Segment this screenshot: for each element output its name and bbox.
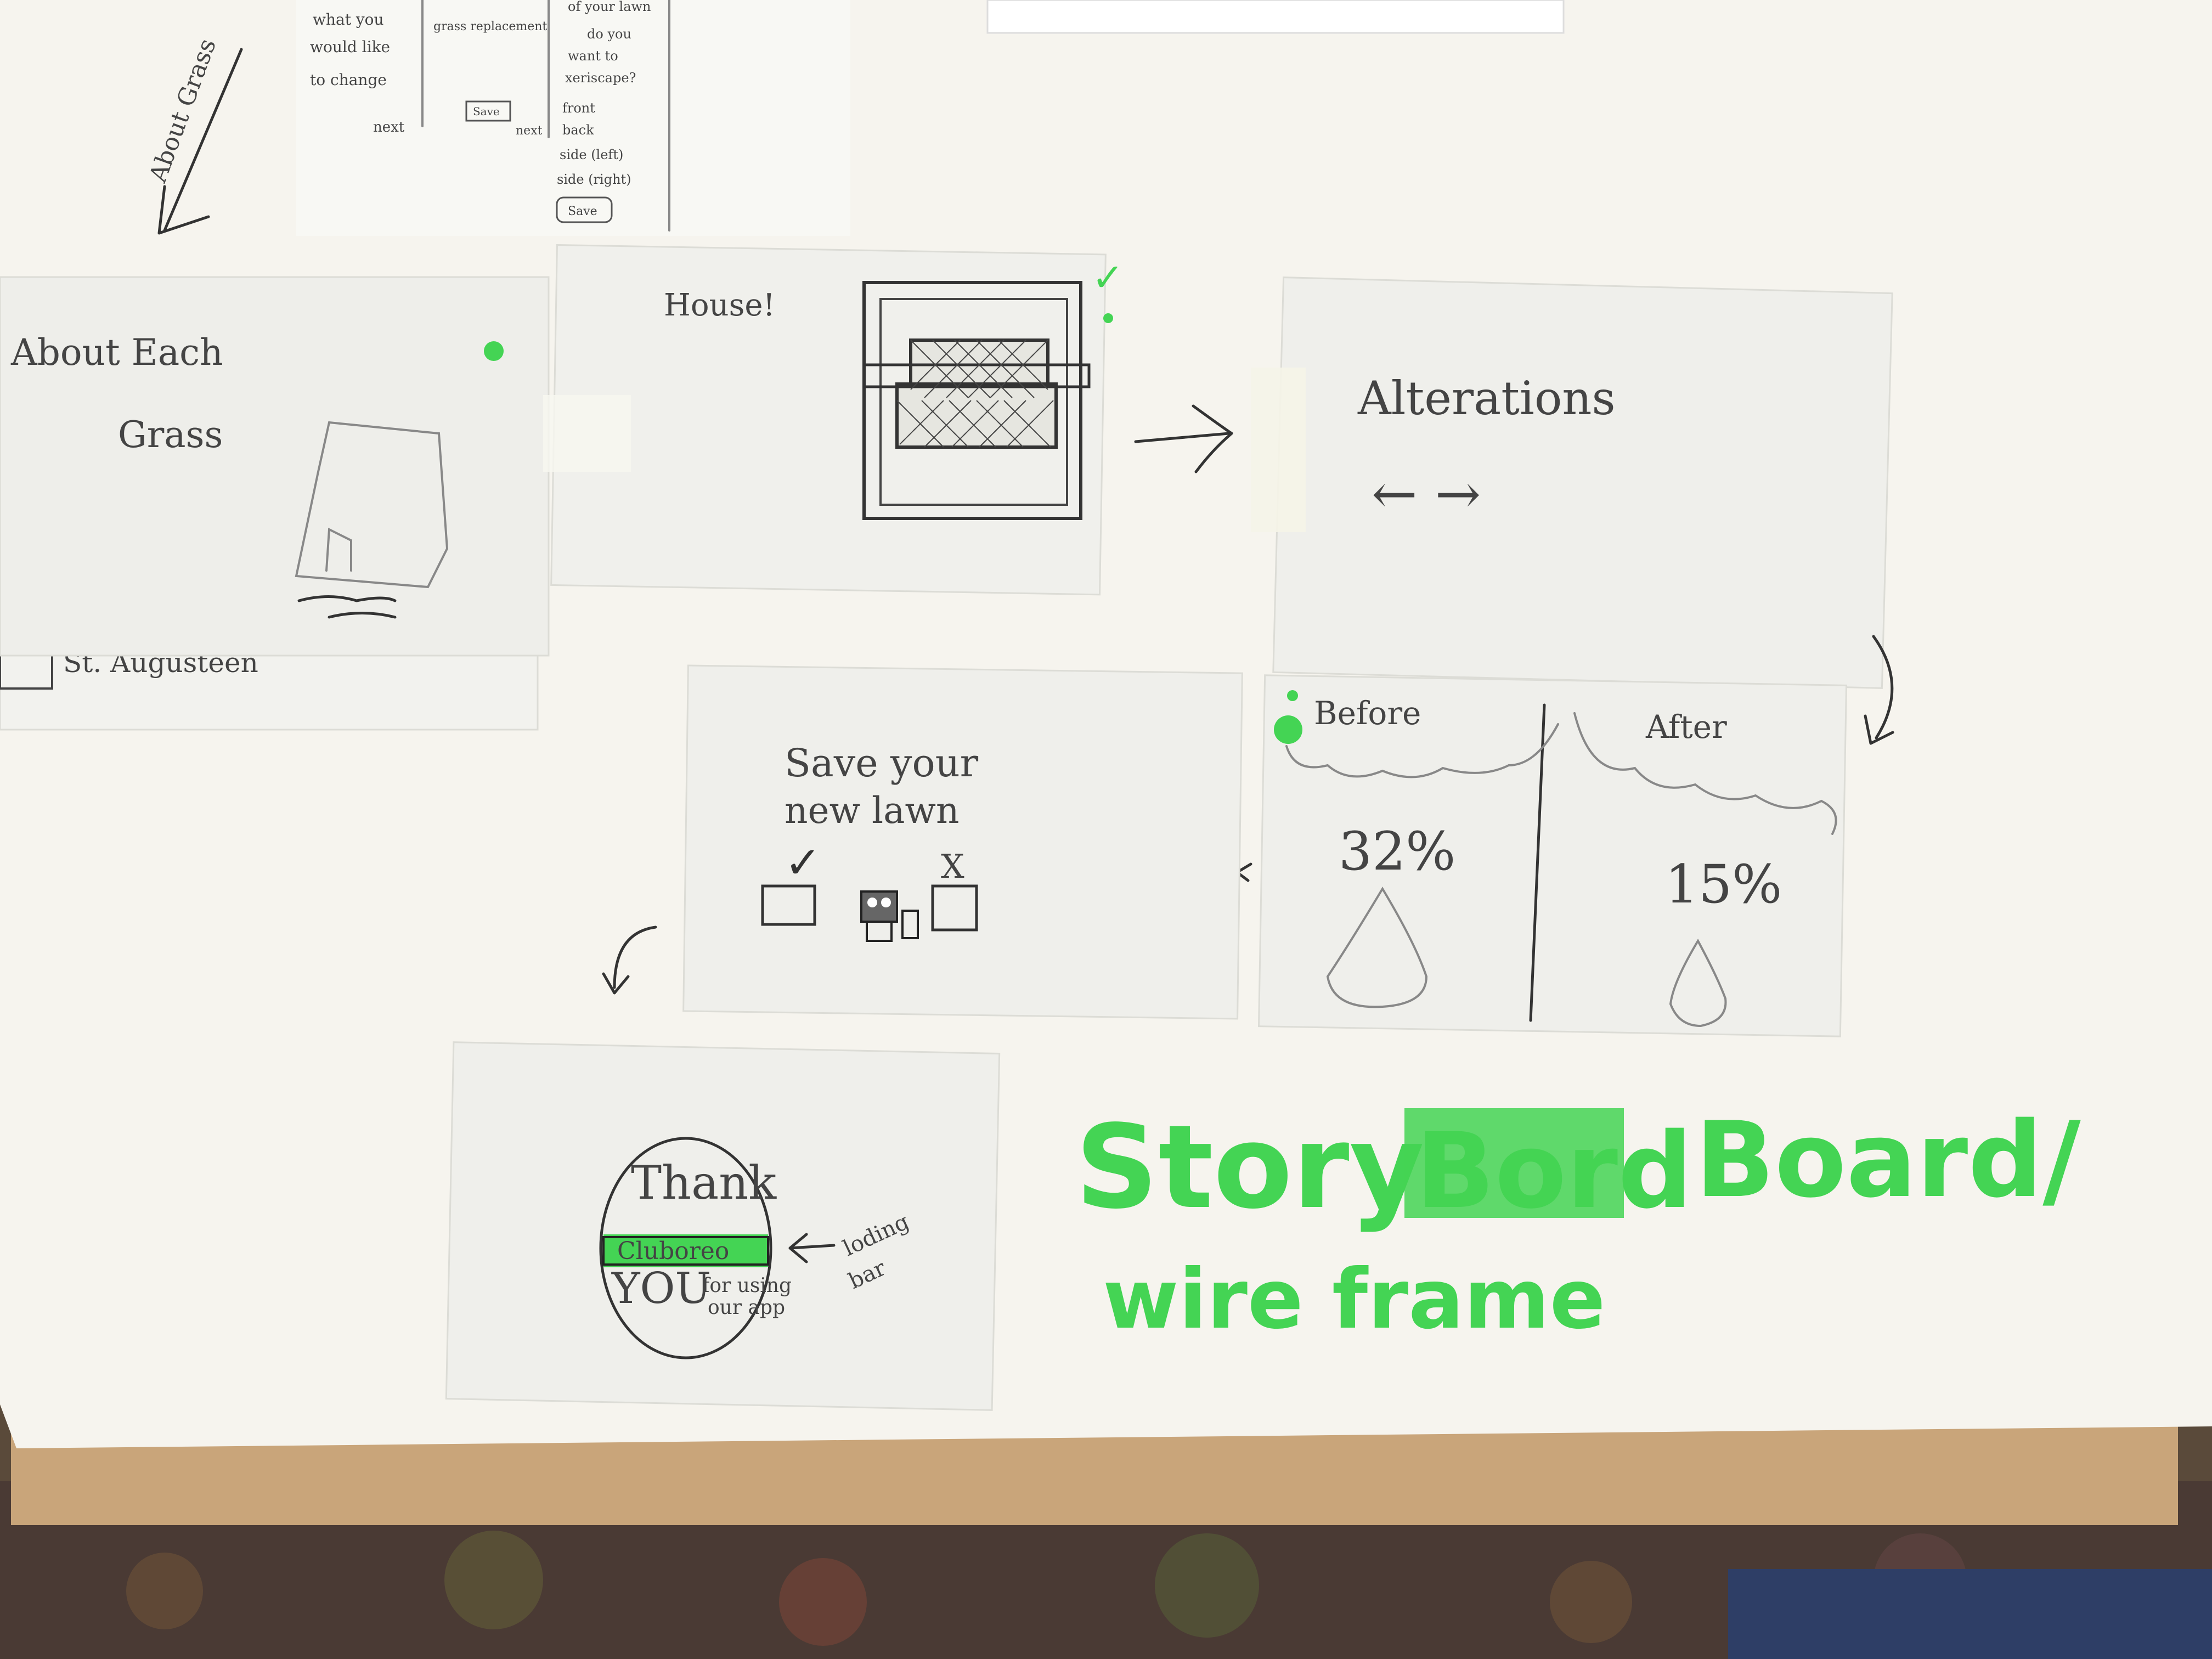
after-value: 15% <box>1665 854 1782 915</box>
card-about-grass-title-2: Grass <box>118 414 223 456</box>
blue-object <box>1728 1569 2212 1659</box>
before-green-dot-small <box>1287 690 1298 701</box>
alterations-title: Alterations <box>1357 371 1616 425</box>
before-green-dot <box>1274 715 1302 744</box>
card-before-after: Before After 32% 15% <box>1257 674 1848 1037</box>
save-title-1: Save your <box>785 741 979 786</box>
card-about-grass: St. Augusteen About Each Grass <box>0 276 550 731</box>
house-check-mark: ✓ <box>1092 255 1124 300</box>
for-using-text: for using <box>702 1274 792 1297</box>
card-alterations: Alterations ← → <box>1251 276 1893 689</box>
title-wire-frame: wire frame <box>1103 1252 1605 1347</box>
green-dot <box>484 341 504 361</box>
sheet-col1-line2: would like <box>310 38 390 56</box>
our-app-text: our app <box>708 1296 785 1319</box>
title-strike-highlight <box>1404 1108 1624 1218</box>
sheet-col3-line1: of your lawn <box>568 0 651 14</box>
yes-check-icon: ✓ <box>785 837 821 888</box>
card-about-grass-title: About Each <box>10 331 223 374</box>
sheet-col3-line7: side (left) <box>560 147 623 162</box>
card-house: House! ✓ <box>543 244 1124 596</box>
card-thank-you: Thank Cluboreo YOU for using our app lod… <box>445 1041 1001 1411</box>
house-label: House! <box>664 287 775 323</box>
house-base <box>895 382 1058 449</box>
alterations-arrows: ← → <box>1372 462 1481 526</box>
sheet-col3-line6: back <box>562 122 594 138</box>
sheet-col3-line4: xeriscape? <box>565 70 636 86</box>
sheet-col2-line1: grass replacement <box>433 20 547 33</box>
thank-text: Thank <box>631 1156 777 1210</box>
save-title-2: new lawn <box>785 789 960 832</box>
before-value: 32% <box>1339 821 1455 882</box>
sheet-col3-line9: Save <box>568 205 597 218</box>
sheet-col1-line3: to change <box>310 71 387 89</box>
sheet-col3-line2: do you <box>587 26 631 42</box>
title-board: Board/ <box>1695 1099 2081 1221</box>
before-label: Before <box>1314 695 1421 732</box>
house-green-dot <box>1103 313 1113 323</box>
after-label: After <box>1645 708 1727 746</box>
title-story: Story <box>1075 1100 1424 1234</box>
sheet-col2-line2: Save <box>473 105 500 118</box>
card-save: Save your new lawn ✓ X <box>682 664 1243 1020</box>
sheet-col2-line3: next <box>516 124 543 138</box>
loading-bar-text: Cluboreo <box>617 1237 729 1265</box>
sheet-col1-line4: next <box>373 119 405 136</box>
you-text: YOU <box>611 1264 711 1313</box>
storyboard-photo: what you would like to change next grass… <box>0 0 2212 1659</box>
sheet-col3-line8: side (right) <box>557 172 631 187</box>
top-sketch-sheet: what you would like to change next grass… <box>296 0 850 236</box>
sheet-col1-line1: what you <box>313 10 384 29</box>
sheet-col3-line5: front <box>562 100 595 116</box>
top-right-sheet <box>986 0 1565 34</box>
no-x-mark: X <box>941 848 964 886</box>
sheet-col3-line3: want to <box>568 48 618 64</box>
